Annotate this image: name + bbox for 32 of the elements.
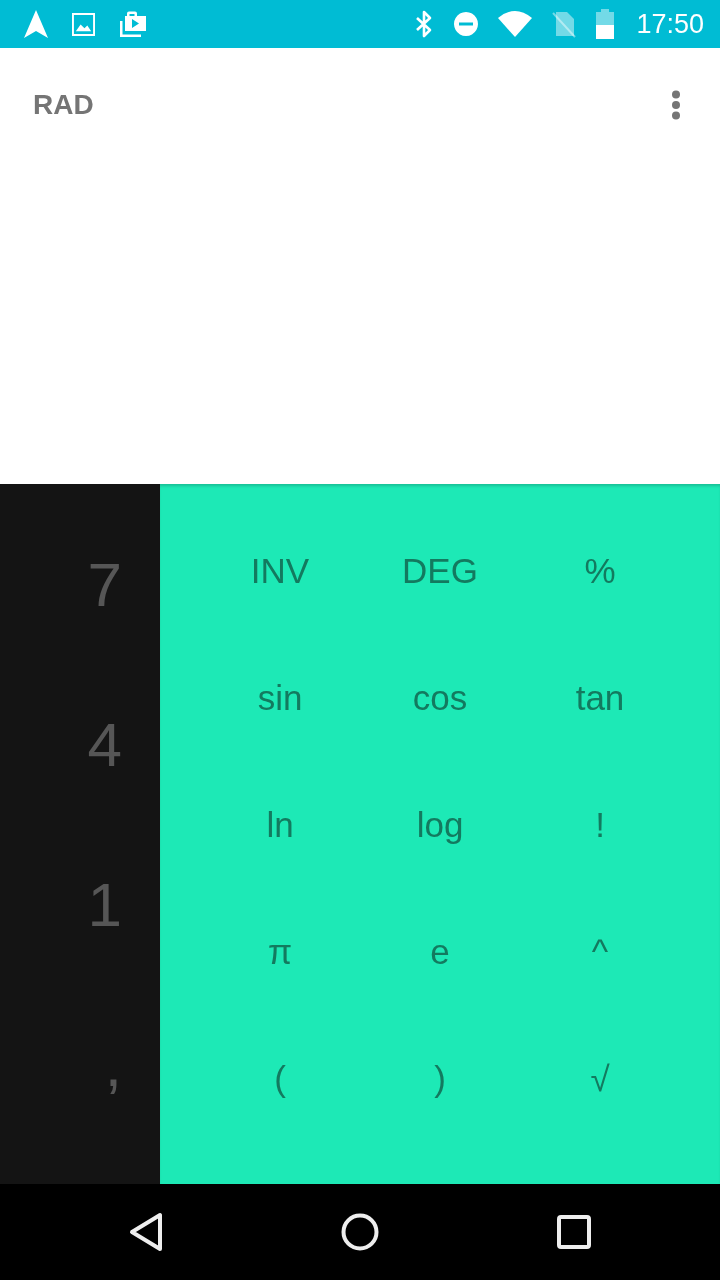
- function-key[interactable]: tan: [571, 676, 629, 721]
- more-options-icon[interactable]: [671, 90, 681, 120]
- navigation-arrow-icon: [24, 10, 48, 38]
- function-key[interactable]: (: [270, 1057, 290, 1102]
- digit-key[interactable]: 1: [85, 870, 124, 940]
- function-key[interactable]: %: [580, 549, 620, 594]
- function-key[interactable]: DEG: [398, 549, 482, 594]
- digit-key[interactable]: ,: [102, 1030, 124, 1100]
- function-key[interactable]: ln: [262, 803, 298, 848]
- battery-icon: [596, 9, 615, 39]
- function-key[interactable]: !: [591, 803, 609, 848]
- do-not-disturb-icon: [454, 12, 479, 36]
- function-key[interactable]: π: [263, 930, 297, 975]
- function-key[interactable]: √: [586, 1057, 614, 1102]
- home-icon[interactable]: [341, 1213, 379, 1251]
- function-key[interactable]: ^: [587, 930, 613, 975]
- function-key[interactable]: log: [412, 803, 468, 848]
- function-key[interactable]: ): [430, 1057, 450, 1102]
- wifi-icon: [498, 11, 533, 37]
- shopping-bag-icon: [119, 10, 147, 38]
- clock-time: 17:50: [636, 10, 704, 38]
- digit-key[interactable]: 4: [85, 710, 124, 780]
- function-key[interactable]: e: [426, 930, 454, 975]
- function-key[interactable]: INV: [246, 549, 314, 594]
- angle-mode-label: RAD: [33, 91, 94, 119]
- function-key[interactable]: cos: [408, 676, 472, 721]
- back-icon[interactable]: [129, 1212, 163, 1252]
- recents-icon[interactable]: [557, 1215, 591, 1249]
- no-sim-icon: [552, 10, 577, 38]
- image-icon: [72, 12, 95, 36]
- function-key[interactable]: sin: [253, 676, 307, 721]
- digit-key[interactable]: 7: [85, 550, 124, 620]
